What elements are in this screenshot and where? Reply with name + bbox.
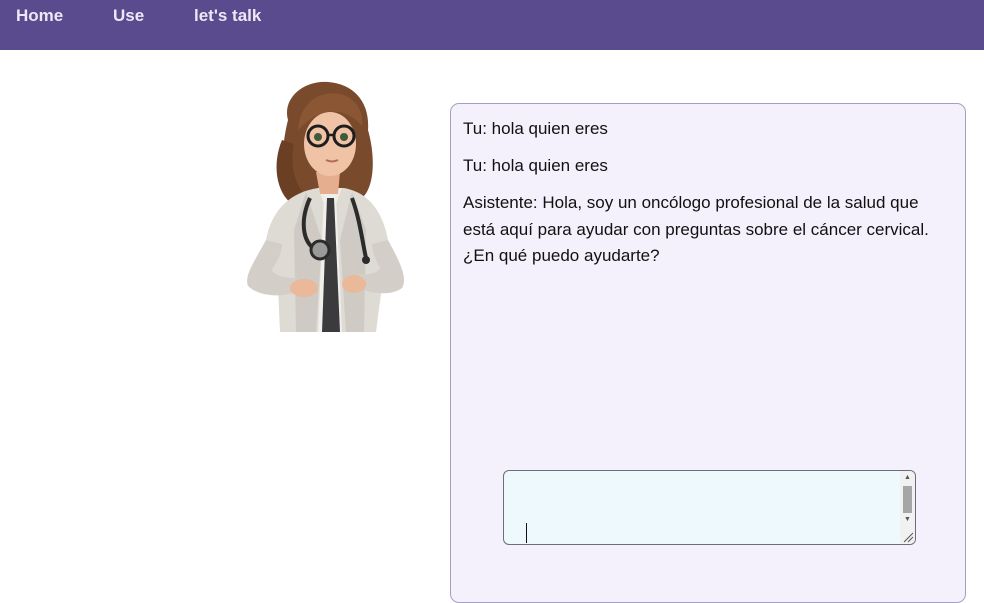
chat-panel: Tu: hola quien eres Tu: hola quien eres … — [450, 103, 966, 603]
chat-message-user: Tu: hola quien eres — [463, 119, 608, 138]
nav-use-link[interactable]: Use — [113, 6, 144, 26]
scroll-up-arrow-icon[interactable]: ▲ — [900, 471, 915, 485]
resize-grip-icon[interactable] — [902, 531, 914, 543]
scroll-down-arrow-icon[interactable]: ▼ — [900, 513, 915, 527]
chat-input-textarea[interactable]: ▲ ▼ — [503, 470, 916, 545]
top-navbar: Home Use let's talk — [0, 0, 984, 50]
text-caret — [526, 523, 527, 543]
nav-lets-talk-link[interactable]: let's talk — [194, 6, 261, 26]
scroll-thumb[interactable] — [903, 486, 912, 513]
doctor-avatar-icon — [247, 81, 405, 332]
nav-home-link[interactable]: Home — [16, 6, 63, 26]
chat-message-assistant: Asistente: Hola, soy un oncólogo profesi… — [463, 193, 929, 265]
chat-message-user: Tu: hola quien eres — [463, 156, 608, 175]
